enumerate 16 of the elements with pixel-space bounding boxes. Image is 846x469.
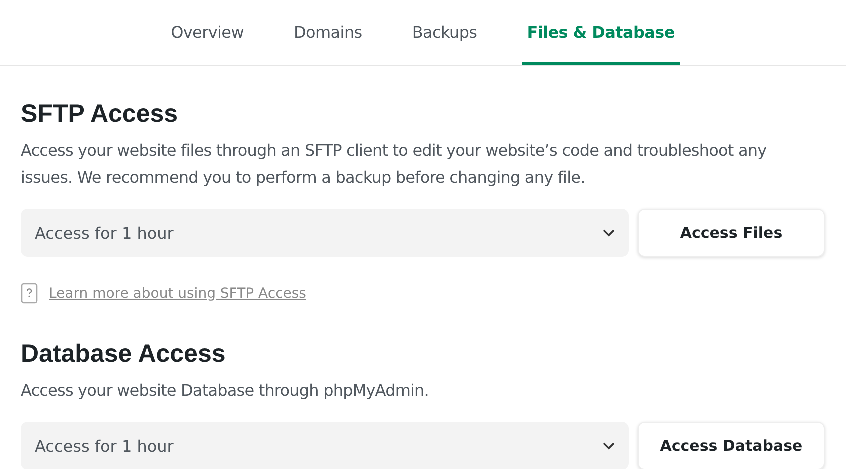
nav-tab[interactable]: Backups	[407, 0, 482, 65]
chevron-down-icon	[603, 442, 615, 450]
duration-dropdown[interactable]: Access for 1 hour	[21, 209, 629, 257]
help-link[interactable]: Learn more about using SFTP Access	[49, 286, 306, 302]
access-button[interactable]: Access Files	[638, 209, 825, 257]
section-heading: Database Access	[21, 340, 227, 369]
nav-tab[interactable]: Files & Database	[522, 0, 680, 65]
duration-dropdown[interactable]: Access for 1 hour	[21, 422, 629, 469]
section-description: Access your website files through an SFTP client to edit your website’s code and troubleshoot any issues. We recommend you to perform a backup before changing any file.	[21, 140, 768, 189]
nav-tab[interactable]: Domains	[289, 0, 368, 65]
access-button[interactable]: Access Database	[638, 422, 825, 469]
section-heading: SFTP Access	[21, 100, 180, 129]
help-document-icon	[21, 283, 38, 304]
chevron-down-icon	[603, 229, 615, 237]
section-description: Access your website Database through phpMyAdmin.	[21, 380, 430, 402]
nav-tab[interactable]: Overview	[166, 0, 249, 65]
